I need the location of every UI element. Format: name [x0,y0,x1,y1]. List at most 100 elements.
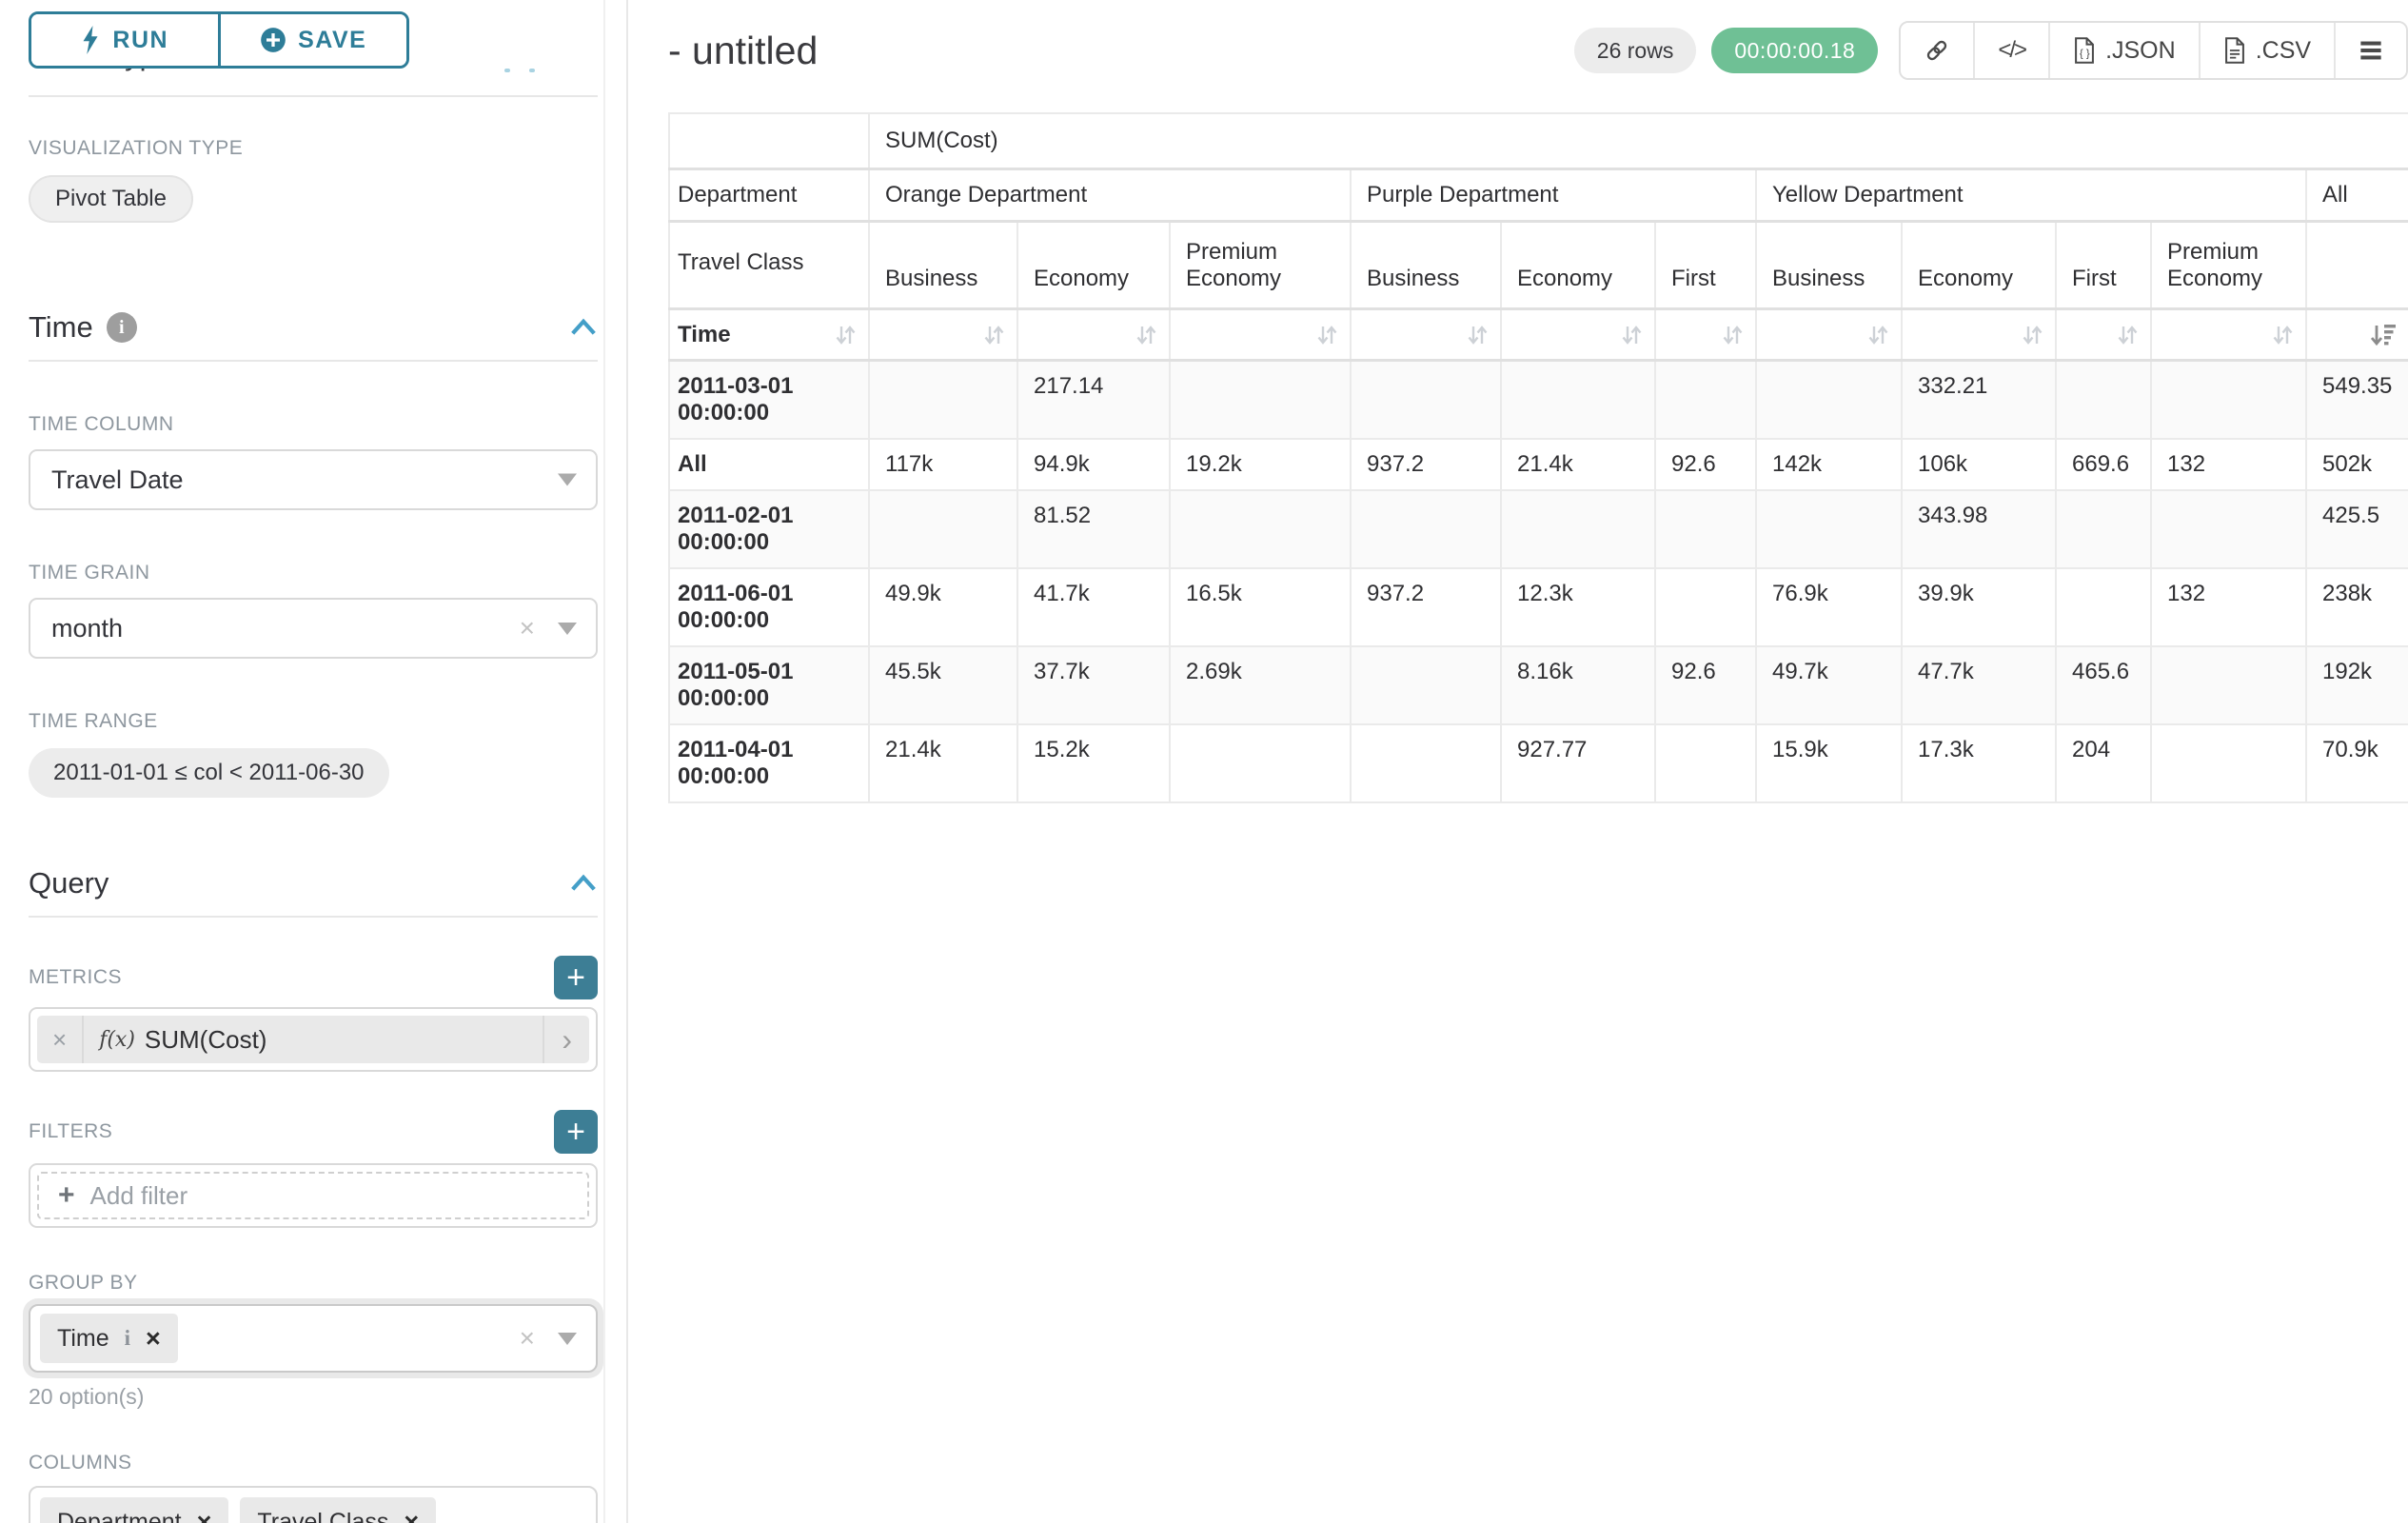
metric-header-cell: SUM(Cost) [869,113,2408,169]
save-button[interactable]: SAVE [218,14,407,66]
cell-value: 8.16k [1501,646,1655,724]
sort-header[interactable] [869,309,1017,361]
columns-select[interactable]: Department × Travel Class × × [29,1486,598,1523]
table-row: 2011-05-01 00:00:0045.5k37.7k2.69k8.16k9… [669,646,2408,724]
chevron-down-icon[interactable] [558,1333,577,1345]
sort-header[interactable] [1017,309,1170,361]
chevron-down-icon[interactable] [558,623,577,635]
cell-value [2056,361,2151,440]
metric-item[interactable]: × f(x) SUM(Cost) › [37,1016,589,1063]
sort-header[interactable] [2056,309,2151,361]
cell-value: 217.14 [1017,361,1170,440]
sort-icon[interactable] [1315,323,1338,347]
cell-value: 192k [2306,646,2408,724]
run-button[interactable]: RUN [31,14,218,66]
export-json-button[interactable]: { } .JSON [2048,23,2199,78]
more-options-button[interactable] [2334,23,2406,78]
add-metric-button[interactable]: + [554,956,598,999]
remove-chip-icon[interactable]: × [197,1510,212,1523]
cell-value [1351,490,1501,568]
sort-header[interactable] [2306,309,2408,361]
column-header: First [1655,222,1756,309]
cell-value: 92.6 [1655,439,1756,490]
remove-chip-icon[interactable]: × [146,1326,161,1352]
sort-icon[interactable] [2116,323,2139,347]
row-label: 2011-03-01 00:00:00 [669,361,869,440]
cell-value: 117k [869,439,1017,490]
row-label: 2011-05-01 00:00:00 [669,646,869,724]
sidebar-scroll-track[interactable] [603,0,605,1523]
copy-link-button[interactable] [1901,23,1973,78]
chevron-right-icon[interactable]: › [543,1016,589,1063]
json-file-icon: { } [2073,37,2096,64]
section-divider [29,95,598,97]
cell-value: 76.9k [1756,568,1902,646]
embed-code-button[interactable]: </> [1973,23,2048,78]
time-sort-header[interactable]: Time [669,309,869,361]
chart-area: - untitled 26 rows 00:00:00.18 </ [628,0,2408,1523]
group-by-select[interactable]: Time i × × [29,1304,598,1373]
column-header: Economy [1017,222,1170,309]
table-row: 2011-03-01 00:00:00217.14332.21549.35 [669,361,2408,440]
sort-descending-icon[interactable] [2370,323,2397,347]
clear-icon[interactable]: × [520,1325,535,1352]
sort-icon[interactable] [834,323,857,347]
group-header: Orange Department [869,169,1351,222]
sort-header[interactable] [1501,309,1655,361]
code-icon: </> [1998,37,2025,64]
row-label: 2011-02-01 00:00:00 [669,490,869,568]
export-csv-button[interactable]: .CSV [2199,23,2334,78]
cell-value: 12.3k [1501,568,1655,646]
columns-label: COLUMNS [29,1452,598,1474]
chevron-up-icon[interactable] [569,874,598,893]
sort-icon[interactable] [1620,323,1643,347]
sort-icon[interactable] [1866,323,1889,347]
cell-value: 49.9k [869,568,1017,646]
time-range-pill[interactable]: 2011-01-01 ≤ col < 2011-06-30 [29,748,389,798]
sort-header[interactable] [2151,309,2306,361]
metrics-field: × f(x) SUM(Cost) › [29,1007,598,1072]
plus-icon: + [58,1179,75,1212]
pivot-table-wrap: SUM(Cost)DepartmentOrange DepartmentPurp… [668,112,2408,803]
cell-value [2056,568,2151,646]
cell-value [1501,361,1655,440]
sort-header[interactable] [1756,309,1902,361]
chevron-down-icon[interactable] [558,474,577,486]
time-grain-value: month [51,614,123,643]
cell-value [1351,724,1501,802]
chart-title[interactable]: - untitled [668,29,818,73]
time-section-header[interactable]: Time i [29,310,598,345]
cell-value [1351,361,1501,440]
columns-chip-travel-class[interactable]: Travel Class × [240,1497,436,1523]
cell-value: 94.9k [1017,439,1170,490]
filters-field: + Add filter [29,1163,598,1228]
sort-icon[interactable] [1466,323,1489,347]
sort-header[interactable] [1902,309,2056,361]
sort-header[interactable] [1351,309,1501,361]
chevron-up-icon[interactable] [569,318,598,337]
visualization-type-chip[interactable]: Pivot Table [29,175,193,223]
clear-icon[interactable]: × [520,615,535,642]
group-header: All [2306,169,2408,222]
cell-value: 37.7k [1017,646,1170,724]
sort-icon[interactable] [1135,323,1157,347]
time-grain-select[interactable]: month × [29,598,598,659]
columns-chip-department[interactable]: Department × [40,1497,228,1523]
sort-header[interactable] [1655,309,1756,361]
sort-icon[interactable] [1721,323,1744,347]
add-filter-button[interactable]: + [554,1110,598,1154]
cell-value [1756,361,1902,440]
remove-chip-icon[interactable]: × [404,1510,419,1523]
time-column-select[interactable]: Travel Date [29,449,598,510]
panel-drag-handle[interactable] [504,69,535,72]
remove-metric-icon[interactable]: × [37,1016,84,1063]
add-filter-dropzone[interactable]: + Add filter [37,1172,589,1219]
sort-icon[interactable] [982,323,1005,347]
sort-icon[interactable] [2271,323,2294,347]
sort-header[interactable] [1170,309,1351,361]
sort-icon[interactable] [2021,323,2043,347]
group-by-chip-time[interactable]: Time i × [40,1314,178,1363]
query-section-header[interactable]: Query [29,866,598,900]
cell-value: 142k [1756,439,1902,490]
cell-value: 204 [2056,724,2151,802]
